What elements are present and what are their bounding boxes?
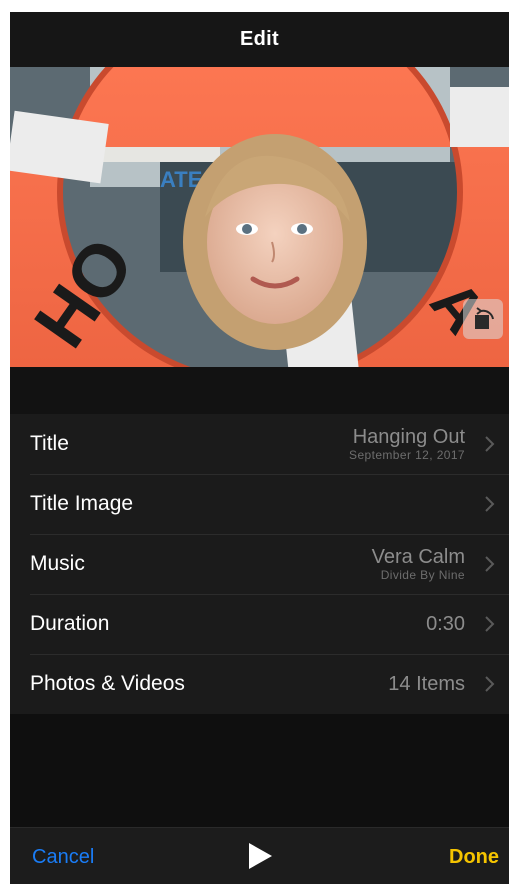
app-screen: Edit ATE HO A Title Hanging Out Septembe… — [10, 12, 509, 884]
play-icon[interactable] — [247, 842, 273, 870]
preview-photo: ATE HO A — [10, 67, 509, 367]
chevron-right-icon — [485, 496, 495, 512]
music-track: Vera Calm — [371, 546, 465, 568]
title-date: September 12, 2017 — [349, 448, 465, 462]
duration-value: 0:30 — [426, 613, 465, 635]
chevron-right-icon — [485, 676, 495, 692]
row-value: Vera Calm Divide By Nine — [372, 546, 465, 582]
row-label: Title — [30, 432, 69, 455]
row-label: Duration — [30, 612, 110, 635]
settings-row-title-image[interactable]: Title Image — [10, 474, 509, 534]
settings-row-title[interactable]: Title Hanging Out September 12, 2017 — [10, 414, 509, 474]
settings-row-photos-videos[interactable]: Photos & Videos 14 Items — [10, 654, 509, 714]
chevron-right-icon — [485, 436, 495, 452]
bottom-toolbar: Cancel Done — [10, 827, 509, 884]
section-spacer — [10, 367, 509, 414]
chevron-right-icon — [485, 556, 495, 572]
settings-row-music[interactable]: Music Vera Calm Divide By Nine — [10, 534, 509, 594]
items-count: 14 Items — [388, 673, 465, 695]
title-value: Hanging Out — [352, 426, 465, 448]
row-value: 14 Items — [388, 673, 465, 695]
rotate-icon[interactable] — [463, 299, 503, 339]
row-label: Music — [30, 552, 85, 575]
nav-bar: Edit — [10, 12, 509, 67]
done-button[interactable]: Done — [449, 846, 499, 869]
music-artist: Divide By Nine — [380, 568, 465, 582]
row-value: 0:30 — [426, 613, 465, 635]
row-value: Hanging Out September 12, 2017 — [349, 426, 465, 462]
row-label: Title Image — [30, 492, 134, 515]
cancel-button[interactable]: Cancel — [32, 846, 94, 869]
page-title: Edit — [240, 28, 279, 50]
settings-row-duration[interactable]: Duration 0:30 — [10, 594, 509, 654]
settings-list: Title Hanging Out September 12, 2017 Tit… — [10, 414, 509, 714]
row-label: Photos & Videos — [30, 672, 185, 695]
preview-image[interactable]: ATE HO A — [10, 67, 509, 367]
chevron-right-icon — [485, 616, 495, 632]
